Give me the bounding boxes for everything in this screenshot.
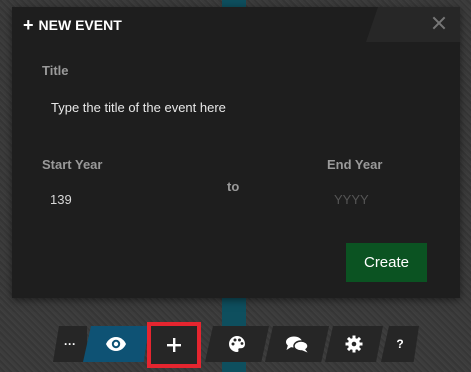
close-icon[interactable] bbox=[431, 15, 447, 31]
chat-icon bbox=[286, 336, 309, 353]
plus-icon: + bbox=[23, 14, 34, 35]
help-icon: ? bbox=[396, 337, 404, 351]
start-year-input[interactable] bbox=[48, 187, 142, 211]
start-year-label: Start Year bbox=[42, 157, 103, 172]
new-event-dialog: + NEW EVENT Title Start Year to End Year… bbox=[12, 7, 460, 298]
comments-button[interactable] bbox=[265, 326, 329, 362]
palette-icon bbox=[229, 336, 246, 352]
dialog-header: + NEW EVENT bbox=[12, 7, 122, 42]
dialog-title: NEW EVENT bbox=[38, 16, 122, 33]
end-year-label: End Year bbox=[327, 157, 383, 172]
help-button[interactable]: ? bbox=[381, 326, 419, 362]
end-year-input[interactable] bbox=[332, 187, 426, 211]
view-toggle-button[interactable] bbox=[83, 326, 149, 362]
create-button[interactable]: Create bbox=[346, 243, 427, 282]
bottom-toolbar: ··· ? bbox=[0, 322, 471, 368]
eye-icon bbox=[106, 337, 126, 351]
more-button[interactable]: ··· bbox=[53, 326, 87, 362]
ellipsis-icon: ··· bbox=[64, 337, 76, 351]
plus-icon bbox=[167, 338, 181, 352]
title-input[interactable] bbox=[42, 93, 443, 121]
title-label: Title bbox=[42, 63, 69, 78]
gear-icon bbox=[345, 335, 363, 353]
add-event-button[interactable] bbox=[147, 322, 201, 368]
palette-button[interactable] bbox=[205, 326, 269, 362]
settings-button[interactable] bbox=[325, 326, 383, 362]
to-separator: to bbox=[227, 179, 240, 194]
